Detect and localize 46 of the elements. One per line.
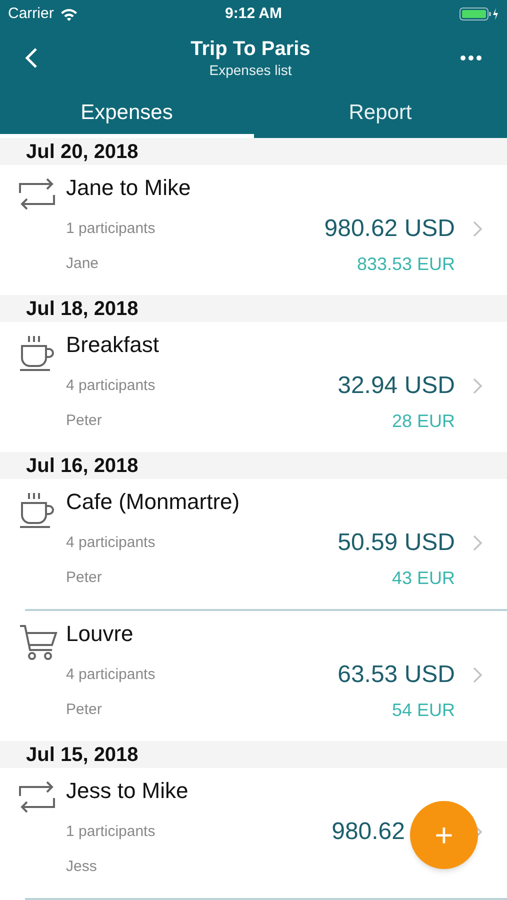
expense-title: Breakfast bbox=[66, 331, 159, 359]
participants-count: 4 participants bbox=[66, 376, 156, 396]
expense-title: Jane to Mike bbox=[66, 174, 191, 202]
cup-icon bbox=[18, 491, 56, 529]
payer-name: Peter bbox=[66, 700, 102, 720]
tab[interactable]: Report bbox=[254, 88, 507, 138]
transfer-icon bbox=[18, 780, 56, 814]
date-header: Jul 20, 2018 bbox=[0, 138, 507, 165]
participants-count: 1 participants bbox=[66, 822, 156, 842]
clock: 9:12 AM bbox=[225, 4, 282, 24]
screen-title: Trip To Paris bbox=[190, 37, 310, 61]
expense-title: Louvre bbox=[66, 620, 134, 648]
date-header: Jul 16, 2018 bbox=[0, 452, 507, 479]
participants-count: 1 participants bbox=[66, 218, 156, 239]
amount: 32.94 USD bbox=[338, 371, 455, 401]
date-header: Jul 18, 2018 bbox=[0, 295, 507, 322]
amount: 980.62 bbox=[332, 817, 405, 847]
payer-name: Jane bbox=[66, 254, 99, 274]
payer-name: Peter bbox=[66, 568, 102, 588]
screen-subtitle: Expenses list bbox=[209, 61, 292, 79]
converted-amount: 833.53 EUR bbox=[356, 252, 455, 276]
more-icon bbox=[460, 55, 482, 61]
converted-amount: 43 EUR bbox=[392, 566, 455, 590]
payer-name: Jess bbox=[66, 856, 97, 877]
chevron-icon bbox=[473, 378, 483, 394]
cart-icon bbox=[18, 623, 58, 663]
expense-title: Jess to Mike bbox=[66, 777, 188, 805]
amount: 50.59 USD bbox=[338, 528, 455, 558]
chevron-icon bbox=[473, 535, 483, 551]
converted-amount: 54 EUR bbox=[392, 698, 455, 722]
date-header: Jul 15, 2018 bbox=[0, 741, 507, 768]
carrier-label: Carrier bbox=[8, 4, 54, 24]
battery-icon bbox=[459, 7, 499, 21]
converted-amount: 28 EUR bbox=[392, 410, 455, 432]
amount: 980.62 USD bbox=[324, 214, 455, 244]
wifi-icon bbox=[60, 8, 78, 20]
payer-name: Peter bbox=[66, 410, 102, 431]
transfer-icon bbox=[18, 177, 56, 211]
expense-title: Cafe (Monmartre) bbox=[66, 488, 240, 516]
back-icon bbox=[24, 47, 38, 69]
participants-count: 4 participants bbox=[66, 664, 156, 685]
chevron-icon bbox=[473, 221, 483, 237]
participants-count: 4 participants bbox=[66, 532, 156, 553]
cup-icon bbox=[18, 334, 56, 372]
amount: 63.53 USD bbox=[338, 660, 455, 690]
chevron-icon bbox=[473, 667, 483, 683]
